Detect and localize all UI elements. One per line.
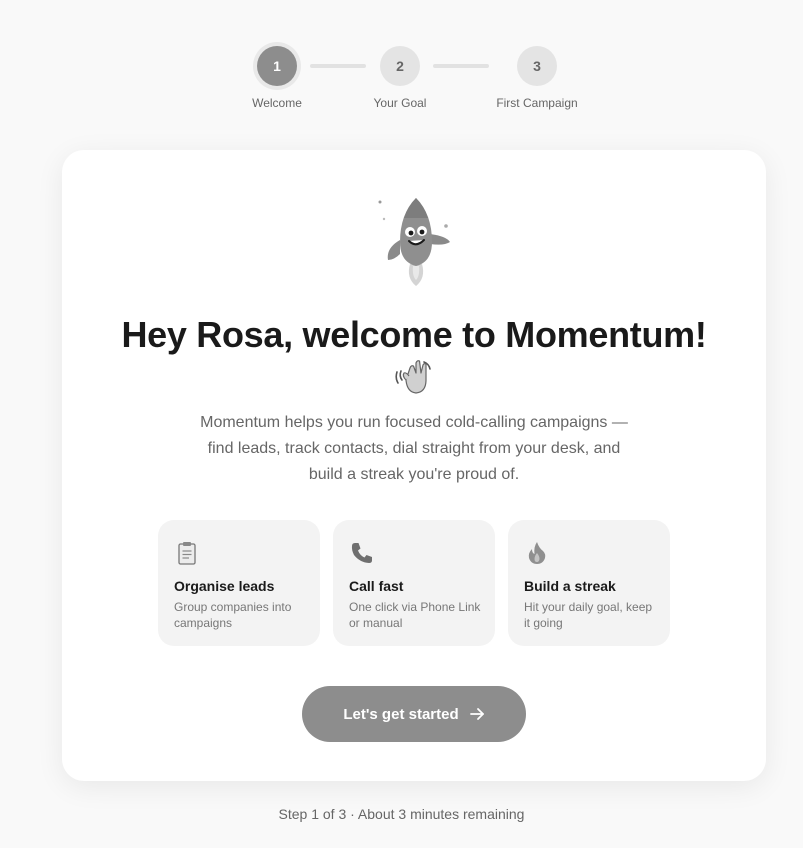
step-3-indicator: 3 [517, 46, 557, 86]
feature-title: Build a streak [524, 578, 616, 594]
feature-title: Call fast [349, 578, 404, 594]
step-1-indicator: 1 [257, 46, 297, 86]
arrow-right-icon [469, 708, 484, 720]
onboarding-stepper: 1 Welcome 2 Your Goal 3 First Campaign [0, 0, 803, 120]
step-connector [310, 64, 366, 68]
get-started-button[interactable]: Let's get started [302, 686, 526, 742]
rocket-mascot-icon [378, 198, 450, 286]
feature-card: Build a streak Hit your daily goal, keep… [508, 520, 670, 646]
step-2-indicator: 2 [380, 46, 420, 86]
flame-icon [528, 542, 546, 564]
feature-list: Organise leads Group companies into camp… [158, 520, 670, 646]
welcome-card: Hey Rosa, welcome to Momentum! Momentum … [62, 150, 766, 781]
welcome-description: Momentum helps you run focused cold-call… [200, 414, 628, 483]
step-1-label: Welcome [252, 96, 302, 110]
feature-description: Group companies into campaigns [174, 600, 292, 630]
feature-description: One click via Phone Link or manual [349, 600, 481, 630]
waving-hand-icon [395, 360, 431, 394]
feature-description: Hit your daily goal, keep it going [524, 600, 653, 630]
step-2-label: Your Goal [373, 96, 427, 110]
clipboard-icon [178, 542, 196, 565]
feature-title: Organise leads [174, 578, 275, 594]
step-number: 3 [533, 58, 541, 74]
step-number: 1 [273, 58, 281, 74]
step-3-label: First Campaign [496, 96, 578, 110]
feature-card: Organise leads Group companies into camp… [158, 520, 320, 646]
step-number: 2 [396, 58, 404, 74]
step-connector [433, 64, 489, 68]
welcome-title: Hey Rosa, welcome to Momentum! [121, 314, 707, 355]
progress-footer: Step 1 of 3 · About 3 minutes remaining [278, 806, 525, 822]
feature-card: Call fast One click via Phone Link or ma… [333, 520, 495, 646]
phone-icon [351, 543, 372, 563]
get-started-label: Let's get started [343, 705, 459, 723]
